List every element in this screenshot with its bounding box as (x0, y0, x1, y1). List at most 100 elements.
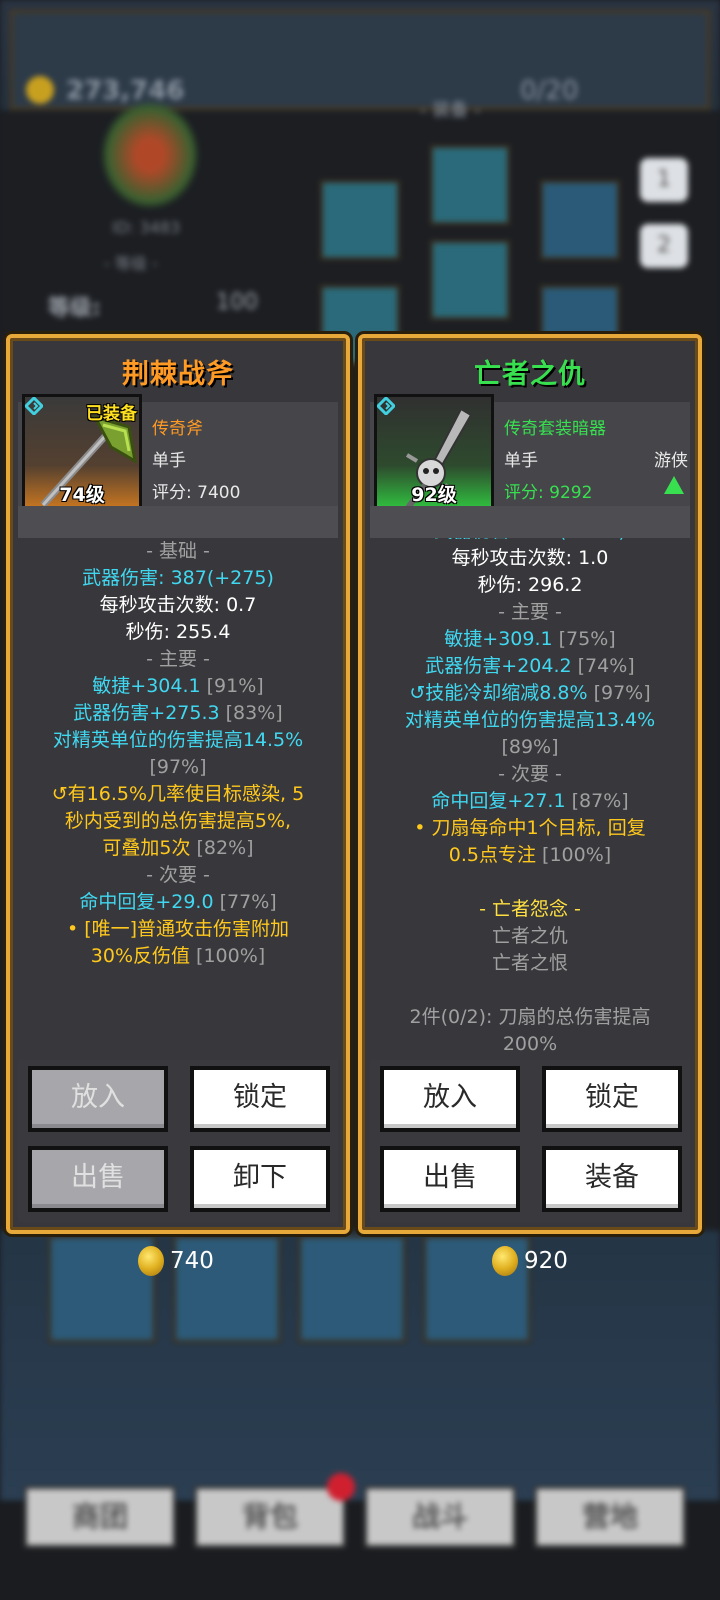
level-value: 100 (216, 290, 258, 315)
level-label: 等级: (48, 296, 101, 321)
stat-line: [97%] (16, 754, 340, 781)
side-tab-1[interactable]: 1 (640, 158, 688, 202)
stat-text: 敏捷+309.1 (444, 628, 553, 650)
stat-text: 武器伤害: 296(+204) (434, 538, 626, 542)
item-hand: 单手 (504, 451, 538, 471)
inventory-slot[interactable] (298, 1235, 406, 1343)
sell-button[interactable]: 出售 (28, 1146, 168, 1212)
header-divider (18, 506, 338, 538)
sell-price-left: 740 (138, 1246, 214, 1282)
stat-line: 敏捷+304.1 [91%] (16, 673, 340, 700)
stat-roll-percent: [83%] (219, 702, 283, 724)
item-level: 92级 (411, 484, 457, 506)
item-name: 荆棘战斧 (122, 359, 234, 390)
lock-button[interactable]: 锁定 (542, 1066, 682, 1132)
stat-line: 亡者之仇 (368, 923, 692, 950)
stat-line: - 次要 - (16, 862, 340, 889)
nav-battle[interactable]: 战斗 (364, 1486, 516, 1548)
stat-line: 武器伤害: 296(+204) (368, 538, 692, 545)
unequip-button[interactable]: 卸下 (190, 1146, 330, 1212)
stat-roll-percent: [97%] (587, 682, 651, 704)
equipped-badge: 已装备 (86, 404, 137, 424)
stat-line: 每秒攻击次数: 0.7 (16, 592, 340, 619)
stat-line: 敏捷+309.1 [75%] (368, 626, 692, 653)
stat-line: 可叠加5次 [82%] (16, 835, 340, 862)
item-icon: 已装备 74级 (22, 394, 142, 514)
gear-slot[interactable] (540, 180, 620, 260)
stat-text: • [唯一]普通攻击伤害附加 (66, 918, 290, 940)
stat-text: ↺技能冷却缩减8.8% (409, 682, 588, 704)
equip-label: - 装备 - (420, 100, 481, 121)
item-level: 74级 (59, 484, 105, 506)
stat-line: 200% (368, 1031, 692, 1058)
stats-list[interactable]: 武器伤害: 296(+204) 每秒攻击次数: 1.0 秒伤: 296.2 - 主要 … (368, 538, 692, 1058)
stat-line: 对精英单位的伤害提高13.4% (368, 707, 692, 734)
hero-id: ID: 3483 (112, 218, 181, 237)
stat-text: 武器伤害+204.2 (425, 655, 572, 677)
stat-line: - 主要 - (16, 646, 340, 673)
stat-line: 秒伤: 296.2 (368, 572, 692, 599)
stat-line: - 次要 - (368, 761, 692, 788)
gear-slot[interactable] (430, 145, 510, 225)
stat-text: 敏捷+304.1 (92, 675, 201, 697)
stat-text: 0.5点专注 (448, 844, 537, 866)
gear-slot[interactable] (320, 180, 400, 260)
item-score: 评分: 9292 (504, 483, 593, 503)
stat-line: 武器伤害+275.3 [83%] (16, 700, 340, 727)
stat-line: 对精英单位的伤害提高14.5% (16, 727, 340, 754)
stat-line: 秒伤: 255.4 (16, 619, 340, 646)
item-compare-panel-equipped: 荆棘战斧 已装备 74级 传奇斧 单手 评分: 7400 - 基础 - 武器伤害:… (6, 334, 350, 1234)
stat-text: 每秒攻击次数: 1.0 (451, 547, 609, 569)
stat-text: 秒内受到的总伤害提高5%, (64, 810, 292, 832)
put-in-button[interactable]: 放入 (380, 1066, 520, 1132)
stat-line: 武器伤害+204.2 [74%] (368, 653, 692, 680)
stat-line: ↺有16.5%几率使目标感染, 5 (16, 781, 340, 808)
stat-line: 2件(0/2): 刀扇的总伤害提高 (368, 1004, 692, 1031)
lock-button[interactable]: 锁定 (190, 1066, 330, 1132)
upgrade-arrow-icon (664, 476, 684, 494)
stat-text: 对精英单位的伤害提高13.4% (404, 709, 656, 731)
stat-text: 可叠加5次 (102, 837, 191, 859)
side-tab-2[interactable]: 2 (640, 224, 688, 268)
item-hand: 单手 (152, 451, 186, 471)
stat-line: 武器伤害: 387(+275) (16, 565, 340, 592)
item-type: 传奇套装暗器 (504, 419, 606, 439)
stat-text: 命中回复+27.1 (431, 790, 566, 812)
item-name: 亡者之仇 (474, 359, 586, 390)
hero-avatar (100, 100, 200, 210)
sell-button[interactable]: 出售 (380, 1146, 520, 1212)
stat-line: - 主要 - (368, 599, 692, 626)
stat-line: - 亡者怨念 - (368, 896, 692, 923)
put-in-button[interactable]: 放入 (28, 1066, 168, 1132)
gold-coin-icon (492, 1246, 518, 1276)
stat-text: 200% (502, 1033, 558, 1055)
stat-line: [89%] (368, 734, 692, 761)
stat-text: - 基础 - (146, 540, 210, 562)
stat-text: 命中回复+29.0 (79, 891, 214, 913)
sell-price-right: 920 (492, 1246, 568, 1282)
nav-guild[interactable]: 商团 (24, 1486, 176, 1548)
nav-backpack[interactable]: 背包 (194, 1486, 346, 1548)
header-divider (370, 506, 690, 538)
stat-text: - 次要 - (146, 864, 210, 886)
stat-roll-percent: [100%] (536, 844, 612, 866)
price-value: 740 (170, 1248, 214, 1274)
stat-text: 30%反伤值 (90, 945, 191, 967)
stat-text: - 亡者怨念 - (479, 898, 581, 920)
stat-line: 每秒攻击次数: 1.0 (368, 545, 692, 572)
stat-roll-percent: [77%] (213, 891, 277, 913)
item-class: 游侠 (654, 451, 688, 471)
stat-line: • 刀扇每命中1个目标, 回复 (368, 815, 692, 842)
gold-coin-icon (138, 1246, 164, 1276)
stat-text: 秒伤: 255.4 (125, 621, 231, 643)
nav-camp[interactable]: 营地 (534, 1486, 686, 1548)
stat-line: 命中回复+27.1 [87%] (368, 788, 692, 815)
stat-text: [97%] (149, 756, 207, 778)
equip-button[interactable]: 装备 (542, 1146, 682, 1212)
stat-line: - 基础 - (16, 538, 340, 565)
level-subtitle: - 等级 - (104, 254, 158, 273)
stats-list[interactable]: - 基础 - 武器伤害: 387(+275) 每秒攻击次数: 0.7 秒伤: 255.… (16, 538, 340, 1058)
gear-slot[interactable] (430, 240, 510, 320)
stat-line: 亡者之恨 (368, 950, 692, 977)
stat-text: [89%] (501, 736, 559, 758)
